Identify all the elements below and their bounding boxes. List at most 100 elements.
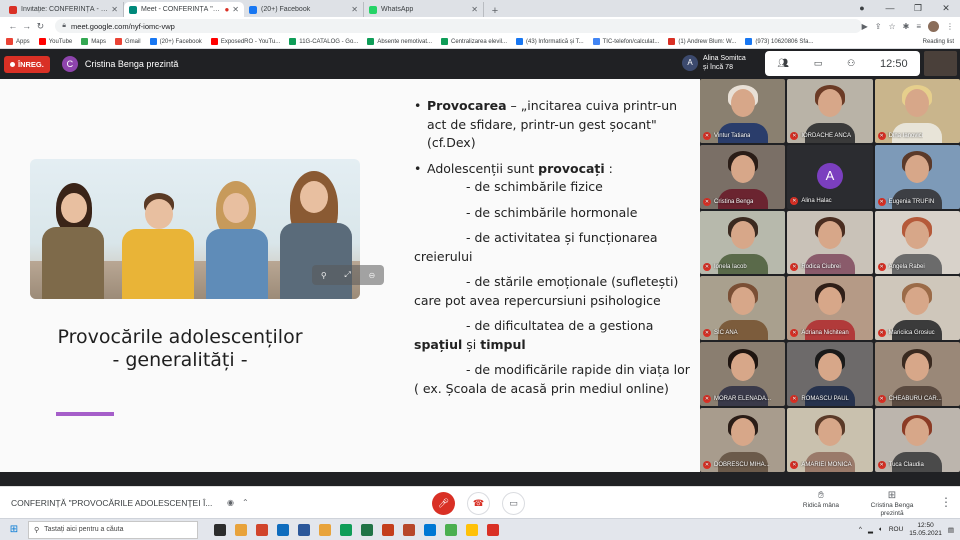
more-icon[interactable]: ⊖ — [368, 271, 375, 280]
more-options-icon[interactable]: ⋮ — [940, 495, 952, 509]
bookmark-item[interactable]: (1) Andrew Blum: W... — [668, 38, 736, 45]
participant-tile[interactable]: ✕ IORDACHE ANCA — [787, 79, 873, 143]
camera-in-use-icon[interactable]: ▶ — [862, 22, 868, 31]
participant-tile[interactable]: ✕ DOBRESCU MIHA... — [700, 408, 786, 472]
taskbar-app-icon[interactable] — [214, 523, 226, 536]
participant-summary[interactable]: Alina Somitca și încă 78 — [703, 54, 746, 72]
bookmark-item[interactable]: TIC-telefon/calculat... — [592, 38, 659, 45]
participant-tile[interactable]: ✕ CHEABURU CAR... — [874, 342, 960, 407]
participant-tile[interactable]: ✕ AMARIEI MONICA — [787, 408, 873, 472]
volume-icon[interactable]: 🔈︎ — [879, 526, 883, 534]
bookmark-item[interactable]: 11G-CATALOG - Go... — [289, 38, 358, 45]
taskbar-search[interactable]: ⚲ Tastați aici pentru a căuta — [28, 520, 198, 539]
bookmark-item[interactable]: Centralizarea elevil... — [441, 38, 507, 45]
participant-tile[interactable]: ✕ Tuca Claudia — [874, 408, 960, 472]
reading-list-button[interactable]: Reading list — [923, 39, 954, 45]
close-window-icon[interactable]: ✕ — [932, 0, 960, 17]
activities-icon[interactable]: ⚇ — [847, 58, 855, 69]
back-arrow-icon[interactable]: ← — [6, 21, 20, 31]
bookmark-item[interactable]: Maps — [81, 38, 106, 45]
maximize-icon[interactable]: ❐ — [904, 0, 932, 17]
self-view-thumbnail[interactable] — [924, 51, 957, 76]
taskbar-app-icon[interactable] — [235, 523, 247, 536]
tray-chevron-icon[interactable]: ^ — [859, 526, 862, 533]
people-icon[interactable]: 👥︎ — [777, 58, 788, 69]
tab-facebook[interactable]: (20+) Facebook ✕ — [244, 2, 364, 17]
clock[interactable]: 12:50 15.05.2021 — [909, 522, 942, 538]
camera-button[interactable]: ▭ — [502, 492, 525, 515]
tab-invitation[interactable]: Invitație: CONFERINȚĂ - sâm. 15 ... ✕ — [4, 2, 124, 17]
participant-tile[interactable]: ✕ ROMASCU PAUL — [787, 342, 873, 407]
taskbar-app-icon[interactable] — [277, 523, 289, 536]
tab-whatsapp[interactable]: WhatsApp ✕ — [364, 2, 484, 17]
taskbar-app-icon[interactable] — [487, 523, 499, 536]
participant-name: CHEABURU CAR... — [888, 396, 942, 403]
participant-tile[interactable]: ✕ Ionela Iacob — [700, 210, 786, 275]
windows-start-icon[interactable]: ⊞ — [0, 524, 28, 535]
participant-tile[interactable]: ✕ SIC ANA — [700, 276, 786, 341]
chrome-menu-icon[interactable]: ⋮ — [946, 22, 954, 31]
notifications-icon[interactable]: ▤ — [948, 526, 954, 534]
extension-puzzle-icon[interactable]: ✱ — [903, 22, 910, 31]
participant-tile[interactable]: ✕ Eugenia TRUFIN — [874, 144, 960, 209]
bookmark-item[interactable]: Gmail — [114, 38, 141, 45]
close-tab-icon[interactable]: ✕ — [232, 5, 239, 14]
taskbar-app-icon[interactable] — [361, 523, 373, 536]
microphone-off-button[interactable]: 🎤︎ — [432, 492, 455, 515]
chevron-up-icon[interactable]: ⌃ — [242, 498, 249, 507]
bookmark-star-icon[interactable]: ☆ — [888, 22, 895, 31]
participant-tile[interactable]: ✕ Rodica Ciubrei — [787, 210, 873, 275]
taskbar-app-icon[interactable] — [445, 523, 457, 536]
new-tab-plus-icon[interactable]: + — [488, 5, 502, 17]
reload-icon[interactable]: ↻ — [34, 21, 48, 32]
bookmark-item[interactable]: Absente nemotivat... — [367, 38, 432, 45]
language-indicator[interactable]: ROU — [889, 526, 903, 533]
presenter-button[interactable]: ⊞ Cristina Benga prezintă — [862, 490, 922, 518]
taskbar-app-icon[interactable] — [382, 523, 394, 536]
participant-tile[interactable]: ✕ MORAR ELENADA... — [700, 342, 786, 407]
tab-meet[interactable]: Meet - CONFERINȚĂ "PROV... ● ✕ — [124, 2, 244, 17]
participant-tile[interactable]: ✕ Vintur Tatiana — [700, 79, 786, 143]
close-tab-icon[interactable]: ✕ — [351, 5, 358, 14]
close-tab-icon[interactable]: ✕ — [471, 5, 478, 14]
taskbar-app-icon[interactable] — [424, 523, 436, 536]
muted-mic-icon: ✕ — [877, 329, 886, 338]
participant-tile[interactable]: ✕ Cristina Benga — [700, 144, 786, 209]
bookmark-item[interactable]: (973) 10620806 Sfa... — [745, 38, 813, 45]
pin-icon[interactable]: ⚲ — [321, 271, 327, 280]
network-icon[interactable]: ▂ — [868, 526, 873, 534]
close-tab-icon[interactable]: ✕ — [111, 5, 118, 14]
meeting-title[interactable]: CONFERINȚĂ "PROVOCĂRILE ADOLESCENȚEI Î..… — [11, 498, 221, 508]
hang-up-button[interactable]: ☎ — [467, 492, 490, 515]
participant-name-label: ✕ ROMASCU PAUL — [790, 395, 849, 404]
url-field[interactable]: 🔒︎ meet.google.com/nyf-iomc-vwp — [55, 19, 862, 33]
participant-tile[interactable]: ✕ Angela Rabei — [874, 210, 960, 275]
muted-mic-icon: ✕ — [877, 197, 886, 206]
minimize-icon[interactable]: — — [876, 0, 904, 17]
taskbar-app-icon[interactable] — [298, 523, 310, 536]
participant-tile[interactable]: ✕ Dina Ianovici — [874, 79, 960, 143]
profile-avatar[interactable] — [928, 20, 940, 32]
bookmark-item[interactable]: Apps — [6, 38, 30, 45]
media-icon[interactable]: ≡ — [916, 22, 921, 31]
taskbar-app-icon[interactable] — [256, 523, 268, 536]
taskbar-app-icon[interactable] — [319, 523, 331, 536]
expand-icon[interactable]: ⤢ — [344, 270, 350, 280]
participant-tile[interactable]: ✕ Adriana Nichitean — [787, 276, 873, 341]
bookmark-item[interactable]: (20+) Facebook — [149, 38, 202, 45]
more-info-icon[interactable]: ◉ — [227, 498, 234, 507]
raise-hand-button[interactable]: ✋︎ Ridică mâna — [796, 490, 846, 510]
forward-arrow-icon[interactable]: → — [20, 21, 34, 31]
bookmark-item[interactable]: (43) Informatică și T... — [516, 38, 584, 45]
share-icon[interactable]: ⇪ — [875, 22, 882, 31]
taskbar-app-icon[interactable] — [466, 523, 478, 536]
taskbar-app-icon[interactable] — [340, 523, 352, 536]
bookmark-item[interactable]: YouTube — [38, 38, 72, 45]
profile-menu-icon[interactable]: ● — [848, 0, 876, 17]
bookmark-item[interactable]: ExposedRO - YouTu... — [210, 38, 280, 45]
taskbar-app-icon[interactable] — [403, 523, 415, 536]
recording-badge[interactable]: ÎNREG. — [4, 55, 50, 73]
chat-icon[interactable]: ▭ — [814, 58, 823, 69]
participant-tile[interactable]: ✕ Mariciica Grosiuc — [874, 276, 960, 341]
participant-tile[interactable]: A ✕ Alina Halac — [787, 144, 873, 209]
